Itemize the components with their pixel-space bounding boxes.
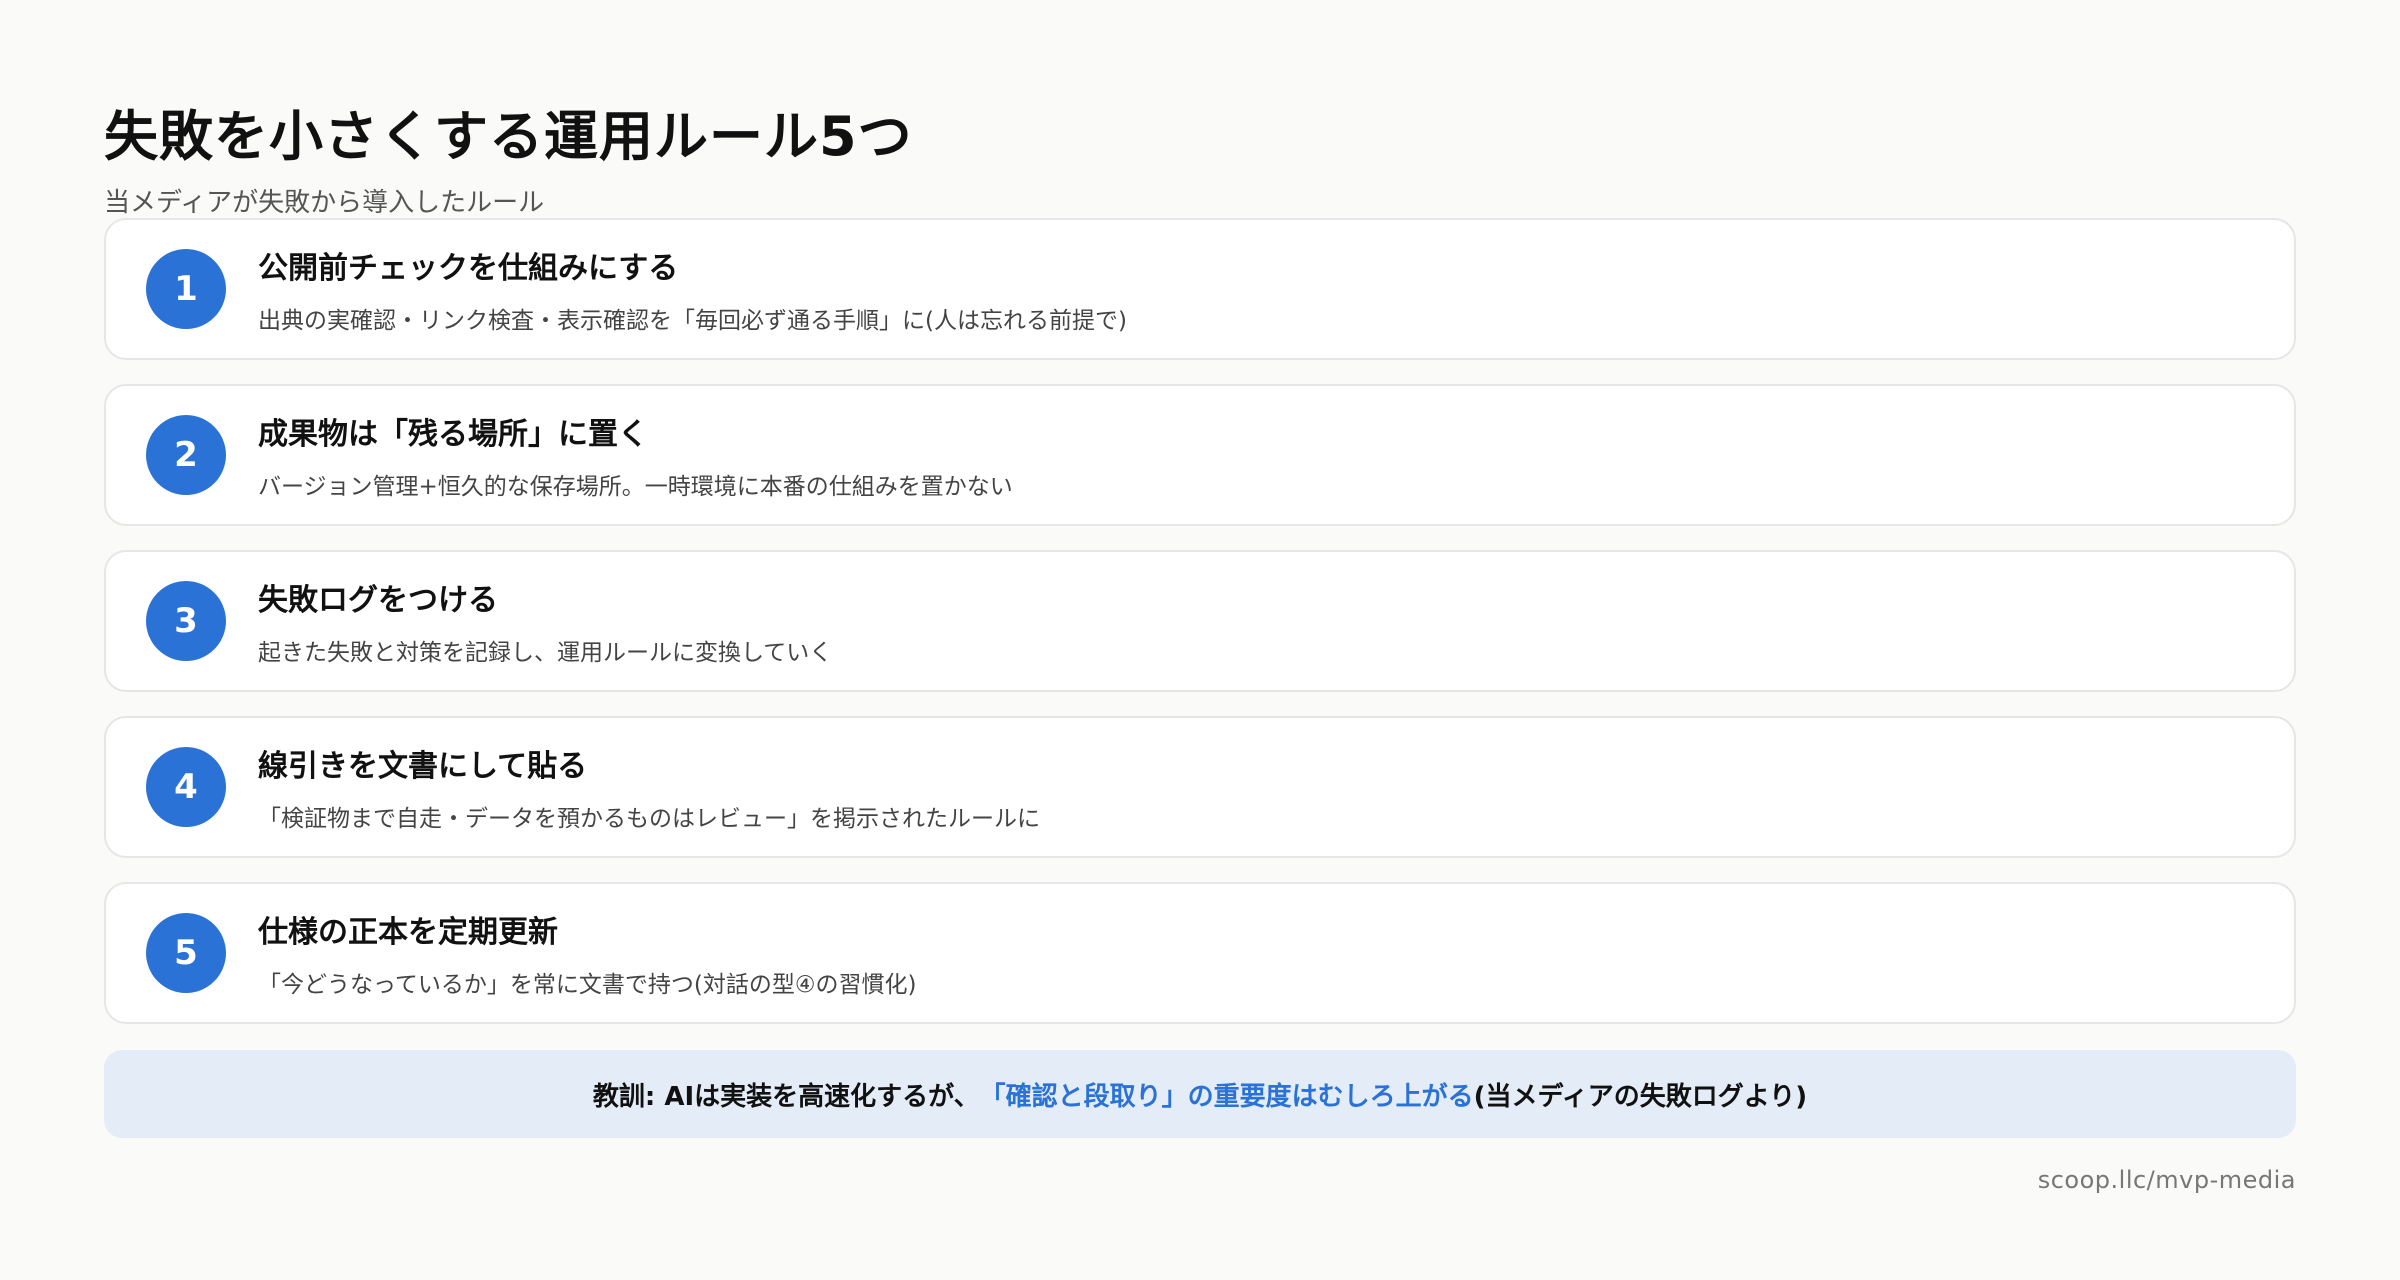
rule-number-badge: 5 (146, 913, 226, 993)
rule-text: 線引きを文書にして貼る 「検証物まで自走・データを預かるものはレビュー」を掲示さ… (258, 741, 1040, 833)
rule-number-badge: 3 (146, 581, 226, 661)
rule-number-badge: 2 (146, 415, 226, 495)
rule-card-1: 1 公開前チェックを仕組みにする 出典の実確認・リンク検査・表示確認を「毎回必ず… (104, 218, 2296, 360)
rule-description: 起きた失敗と対策を記録し、運用ルールに変換していく (258, 640, 833, 666)
footer-url: scoop.llc/mvp-media (2037, 1166, 2296, 1194)
page-subtitle: 当メディアが失敗から導入したルール (104, 188, 545, 218)
rule-title: 失敗ログをつける (258, 583, 498, 618)
rule-title: 線引きを文書にして貼る (258, 749, 588, 784)
page-title: 失敗を小さくする運用ルール5つ (104, 105, 913, 168)
lesson-callout: 教訓: AIは実装を高速化するが、 「確認と段取り」の重要度はむしろ上がる (当メデ… (104, 1050, 2296, 1138)
rule-card-5: 5 仕様の正本を定期更新 「今どうなっているか」を常に文書で持つ(対話の型④の習… (104, 882, 2296, 1024)
lesson-suffix: (当メディアの失敗ログより) (1473, 1081, 1808, 1112)
rule-text: 成果物は「残る場所」に置く バージョン管理+恒久的な保存場所。一時環境に本番の仕… (258, 409, 1013, 501)
rule-card-2: 2 成果物は「残る場所」に置く バージョン管理+恒久的な保存場所。一時環境に本番… (104, 384, 2296, 526)
rule-description: 「検証物まで自走・データを預かるものはレビュー」を掲示されたルールに (258, 806, 1040, 832)
rule-text: 失敗ログをつける 起きた失敗と対策を記録し、運用ルールに変換していく (258, 575, 832, 667)
rule-card-3: 3 失敗ログをつける 起きた失敗と対策を記録し、運用ルールに変換していく (104, 550, 2296, 692)
rule-description: 出典の実確認・リンク検査・表示確認を「毎回必ず通る手順」に(人は忘れる前提で) (258, 308, 1127, 334)
lesson-prefix: 教訓: AIは実装を高速化するが、 (592, 1081, 980, 1112)
rule-number-badge: 1 (146, 249, 226, 329)
rule-card-4: 4 線引きを文書にして貼る 「検証物まで自走・データを預かるものはレビュー」を掲… (104, 716, 2296, 858)
rule-description: 「今どうなっているか」を常に文書で持つ(対話の型④の習慣化) (258, 972, 917, 998)
rule-title: 成果物は「残る場所」に置く (258, 417, 648, 452)
rule-text: 仕様の正本を定期更新 「今どうなっているか」を常に文書で持つ(対話の型④の習慣化… (258, 907, 916, 999)
rule-description: バージョン管理+恒久的な保存場所。一時環境に本番の仕組みを置かない (258, 474, 1013, 500)
rules-list: 1 公開前チェックを仕組みにする 出典の実確認・リンク検査・表示確認を「毎回必ず… (104, 218, 2296, 1048)
lesson-highlight: 「確認と段取り」の重要度はむしろ上がる (979, 1081, 1474, 1112)
rule-title: 仕様の正本を定期更新 (258, 915, 558, 950)
slide: 失敗を小さくする運用ルール5つ 当メディアが失敗から導入したルール 1 公開前チ… (0, 0, 2400, 1280)
rule-number-badge: 4 (146, 747, 226, 827)
rule-text: 公開前チェックを仕組みにする 出典の実確認・リンク検査・表示確認を「毎回必ず通る… (258, 243, 1127, 335)
rule-title: 公開前チェックを仕組みにする (258, 251, 679, 286)
